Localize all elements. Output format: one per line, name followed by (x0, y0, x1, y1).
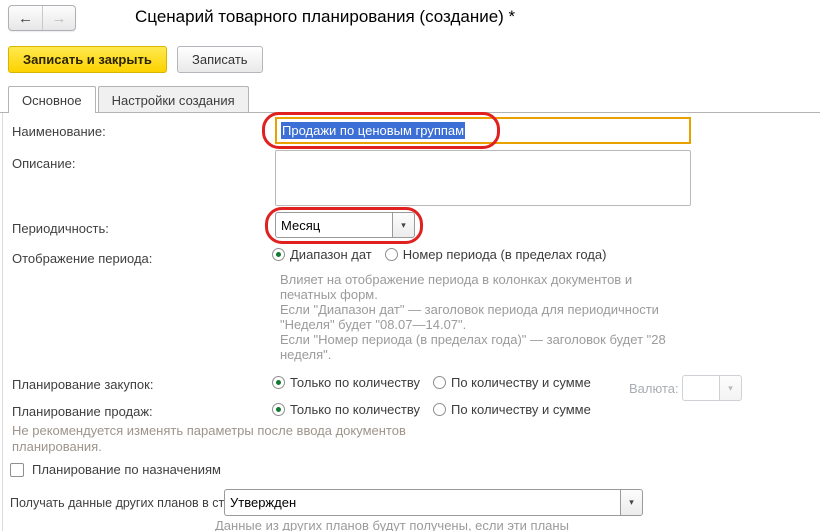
periodicity-dropdown-button[interactable]: ▾ (392, 212, 415, 238)
tab-main[interactable]: Основное (8, 86, 96, 113)
period-display-radio-group: Диапазон дат Номер периода (в пределах г… (272, 247, 606, 262)
forward-button[interactable]: → (42, 6, 75, 30)
radio-date-range-label: Диапазон дат (290, 247, 372, 262)
radio-period-number-label: Номер периода (в пределах года) (403, 247, 607, 262)
tab-bar: Основное Настройки создания (8, 86, 251, 113)
periodicity-value: Месяц (275, 212, 392, 238)
chevron-down-icon: ▾ (401, 220, 406, 231)
radio-purchase-qty-only-label: Только по количеству (290, 375, 420, 390)
page-title: Сценарий товарного планирования (создани… (135, 7, 515, 27)
currency-value (682, 375, 719, 401)
other-plans-status-dropdown-button[interactable]: ▾ (620, 489, 643, 516)
content-border (2, 113, 3, 531)
arrow-right-icon: → (52, 10, 67, 27)
sales-planning-radio-group: Только по количеству По количеству и сум… (272, 402, 591, 417)
radio-selected-icon (272, 403, 285, 416)
other-plans-status-label: Получать данные других планов в статусе: (10, 496, 259, 510)
arrow-left-icon: ← (18, 10, 33, 27)
radio-sales-qty-only[interactable]: Только по количеству (272, 402, 420, 417)
radio-period-number[interactable]: Номер периода (в пределах года) (385, 247, 607, 262)
radio-purchase-qty-sum-label: По количеству и сумме (451, 375, 591, 390)
sales-planning-label: Планирование продаж: (12, 404, 153, 419)
back-button[interactable]: ← (9, 6, 42, 30)
radio-selected-icon (272, 248, 285, 261)
periodicity-select[interactable]: Месяц ▾ (275, 212, 415, 238)
radio-date-range[interactable]: Диапазон дат (272, 247, 372, 262)
assignment-planning-label: Планирование по назначениям (32, 462, 221, 477)
history-nav-group: ← → (8, 5, 76, 31)
radio-selected-icon (272, 376, 285, 389)
params-warning-text: Не рекомендуется изменять параметры посл… (12, 423, 406, 455)
chevron-down-glyph: ▾ (728, 383, 733, 394)
radio-unselected-icon (433, 376, 446, 389)
tab-creation-settings[interactable]: Настройки создания (98, 86, 249, 113)
save-and-close-button[interactable]: Записать и закрыть (8, 46, 167, 73)
name-input-selected-text: Продажи по ценовым группам (281, 122, 465, 139)
period-display-help: Влияет на отображение периода в колонках… (280, 272, 666, 362)
scenario-creation-window: ← → Сценарий товарного планирования (соз… (0, 0, 820, 531)
radio-purchase-qty-only[interactable]: Только по количеству (272, 375, 420, 390)
radio-sales-qty-only-label: Только по количеству (290, 402, 420, 417)
radio-sales-qty-sum-label: По количеству и сумме (451, 402, 591, 417)
other-plans-status-select[interactable]: Утвержден ▾ (224, 489, 643, 516)
radio-unselected-icon (433, 403, 446, 416)
purchase-planning-radio-group: Только по количеству По количеству и сум… (272, 375, 591, 390)
chevron-down-icon[interactable]: ▾ (719, 375, 742, 401)
radio-purchase-qty-sum[interactable]: По количеству и сумме (433, 375, 591, 390)
periodicity-label: Периодичность: (12, 221, 109, 236)
assignment-planning-checkbox[interactable] (10, 463, 24, 477)
chevron-down-icon: ▾ (629, 497, 634, 508)
purchase-planning-label: Планирование закупок: (12, 377, 153, 392)
save-button[interactable]: Записать (177, 46, 263, 73)
tab-separator (0, 112, 820, 113)
other-plans-status-value: Утвержден (224, 489, 620, 516)
currency-select[interactable]: ▾ (682, 375, 742, 401)
other-plans-help-text: Данные из других планов будут получены, … (215, 518, 569, 531)
period-display-label: Отображение периода: (12, 251, 152, 266)
description-textarea[interactable] (275, 150, 691, 206)
currency-label: Валюта: (629, 381, 679, 396)
name-label: Наименование: (12, 124, 106, 139)
description-label: Описание: (12, 156, 75, 171)
radio-unselected-icon (385, 248, 398, 261)
name-input[interactable]: Продажи по ценовым группам (275, 117, 691, 144)
radio-sales-qty-sum[interactable]: По количеству и сумме (433, 402, 591, 417)
assignment-planning-row: Планирование по назначениям (10, 462, 221, 477)
